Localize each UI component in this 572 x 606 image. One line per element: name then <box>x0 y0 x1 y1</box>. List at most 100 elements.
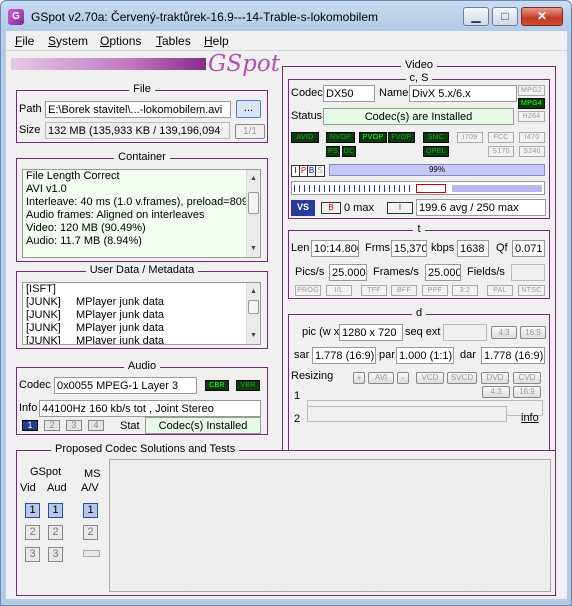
audio-group-title: Audio <box>123 360 161 372</box>
i-frame-icon: I <box>387 202 413 214</box>
r1-16-9-button[interactable]: 16:9 <box>513 386 541 398</box>
logo-gradient-strip <box>11 58 206 70</box>
container-group-title: Container <box>114 151 170 163</box>
dar-label: dar <box>460 349 476 361</box>
resize-plus-button[interactable]: + <box>353 372 365 384</box>
codecs-group-title: Proposed Codec Solutions and Tests <box>51 443 240 455</box>
resize-cvd-button[interactable]: CVD <box>513 372 541 384</box>
scrollbar-thumb[interactable] <box>248 192 259 214</box>
list-item: File Length Correct <box>26 170 120 182</box>
i-avg-field: 199.6 avg / 250 max <box>416 199 546 216</box>
menu-tables[interactable]: Tables <box>156 34 191 48</box>
audio-stream-3[interactable]: 3 <box>66 420 82 431</box>
codec-solutions-panel <box>109 459 551 592</box>
par-label: par <box>379 349 395 361</box>
maximize-button[interactable]: □ <box>492 7 518 26</box>
prog-indicator: PROG <box>295 285 321 296</box>
aud-test-1[interactable]: 1 <box>48 503 63 518</box>
aud-test-2[interactable]: 2 <box>48 525 63 540</box>
gspot-app-icon[interactable]: G <box>8 9 24 25</box>
audio-stream-2[interactable]: 2 <box>44 420 60 431</box>
ms-test-empty[interactable] <box>83 550 100 557</box>
browse-button[interactable]: ... <box>236 100 261 118</box>
userdata-scrollbar[interactable]: ▲ ▼ <box>246 283 260 344</box>
sar-field: 1.778 (16:9) <box>312 347 376 364</box>
logo: GSpot <box>208 51 280 77</box>
vid-test-1[interactable]: 1 <box>25 503 40 518</box>
menu-help[interactable]: Help <box>204 34 229 48</box>
fvop-indicator: FVOP <box>388 132 415 143</box>
avid-indicator: AVID <box>291 132 319 143</box>
decode-progress-bar: 99% <box>329 164 545 176</box>
info-link[interactable]: info <box>521 412 539 424</box>
mpg2-indicator: MPG2 <box>518 85 545 96</box>
dar-field: 1.778 (16:9) <box>481 347 545 364</box>
close-button[interactable]: ✕ <box>521 7 563 26</box>
file-group-title: File <box>129 83 155 95</box>
container-list[interactable]: File Length Correct AVI v1.0 Interleave:… <box>22 169 261 258</box>
list-item: [JUNK] MPlayer junk data <box>26 296 165 308</box>
scroll-up-icon[interactable]: ▲ <box>250 172 257 185</box>
qpel-indicator: QPEL <box>423 146 449 157</box>
seqext-label: seq ext <box>405 326 441 338</box>
userdata-group-title: User Data / Metadata <box>85 264 199 276</box>
decode-percent: 99% <box>428 165 445 174</box>
ar-16-9-button[interactable]: 16:9 <box>520 326 546 339</box>
path-label: Path <box>19 103 42 115</box>
path-field[interactable]: E:\Borek stavitel\...-lokomobilem.avi <box>45 101 231 118</box>
h264-indicator: H264 <box>518 111 545 122</box>
seqext-field <box>443 324 487 341</box>
resize-dvd-button[interactable]: DVD <box>481 372 509 384</box>
userdata-list[interactable]: [ISFT] [JUNK] MPlayer junk data [JUNK] MPl… <box>22 282 261 345</box>
userdata-group: User Data / Metadata [ISFT] [JUNK] MPlaye… <box>16 264 268 349</box>
scroll-down-icon[interactable]: ▼ <box>250 329 257 342</box>
ar-4-3-button[interactable]: 4:3 <box>491 326 517 339</box>
resize-vcd-button[interactable]: VCD <box>416 372 444 384</box>
container-scrollbar[interactable]: ▲ ▼ <box>246 170 260 257</box>
video-status-field: Codec(s) are Installed <box>323 108 514 125</box>
scroll-up-icon[interactable]: ▲ <box>250 285 257 298</box>
list-item: [JUNK] MPlayer junk data <box>26 322 165 334</box>
app-window: G GSpot v2.70a: Červený-traktůrek-16.9--… <box>0 0 572 606</box>
scrollbar-thumb[interactable] <box>248 300 259 314</box>
r1-4-3-button[interactable]: 4:3 <box>482 386 510 398</box>
i709-indicator: I709 <box>457 132 483 143</box>
fcc-indicator: FCC <box>488 132 514 143</box>
aud-test-3[interactable]: 3 <box>48 547 63 562</box>
video-codec-field: DX50 <box>323 85 375 102</box>
cs-title: c, S <box>405 72 433 84</box>
qf-field: 0.071 <box>512 240 545 257</box>
smc-indicator: SMC <box>423 132 449 143</box>
vid-test-3[interactable]: 3 <box>25 547 40 562</box>
t-title: t <box>413 223 425 235</box>
audio-stream-1[interactable]: 1 <box>22 420 38 431</box>
ps-indicator: PS <box>326 146 340 157</box>
list-item: Video: 120 MB (90.49%) <box>26 222 146 234</box>
vid-test-2[interactable]: 2 <box>25 525 40 540</box>
resize-minus-button[interactable]: - <box>397 372 409 384</box>
len-field: 10:14.800 <box>311 240 359 257</box>
audio-stat-field: Codec(s) Installed <box>145 417 261 434</box>
ms-test-1[interactable]: 1 <box>83 503 98 518</box>
vid-col-label: Vid <box>20 482 36 494</box>
menu-options[interactable]: Options <box>100 34 141 48</box>
pal-indicator: PAL <box>487 285 513 296</box>
resizing-label: Resizing <box>291 370 334 382</box>
list-item: Audio frames: Aligned on interleaves <box>26 209 205 221</box>
nvop-indicator: NVOP <box>326 132 355 143</box>
par-field: 1.000 (1:1) <box>396 347 454 364</box>
audio-stream-4[interactable]: 4 <box>88 420 104 431</box>
ms-test-2[interactable]: 2 <box>83 525 98 540</box>
minimize-button[interactable]: ▁ <box>463 7 489 26</box>
scroll-down-icon[interactable]: ▼ <box>250 242 257 255</box>
list-item: [JUNK] MPlayer junk data <box>26 309 165 321</box>
pic-label: pic (w x <box>302 326 340 338</box>
i470-indicator: I470 <box>519 132 545 143</box>
size-field: 132 MB (135,933 KB / 139,196,094 <box>45 122 230 139</box>
menu-system[interactable]: System <box>48 34 88 48</box>
page-button[interactable]: 1/1 <box>235 124 265 139</box>
resize-avi-button[interactable]: AVI <box>368 372 394 384</box>
menu-file[interactable]: File <box>15 34 34 48</box>
audio-stat-label: Stat <box>120 420 140 432</box>
resize-svcd-button[interactable]: SVCD <box>447 372 477 384</box>
